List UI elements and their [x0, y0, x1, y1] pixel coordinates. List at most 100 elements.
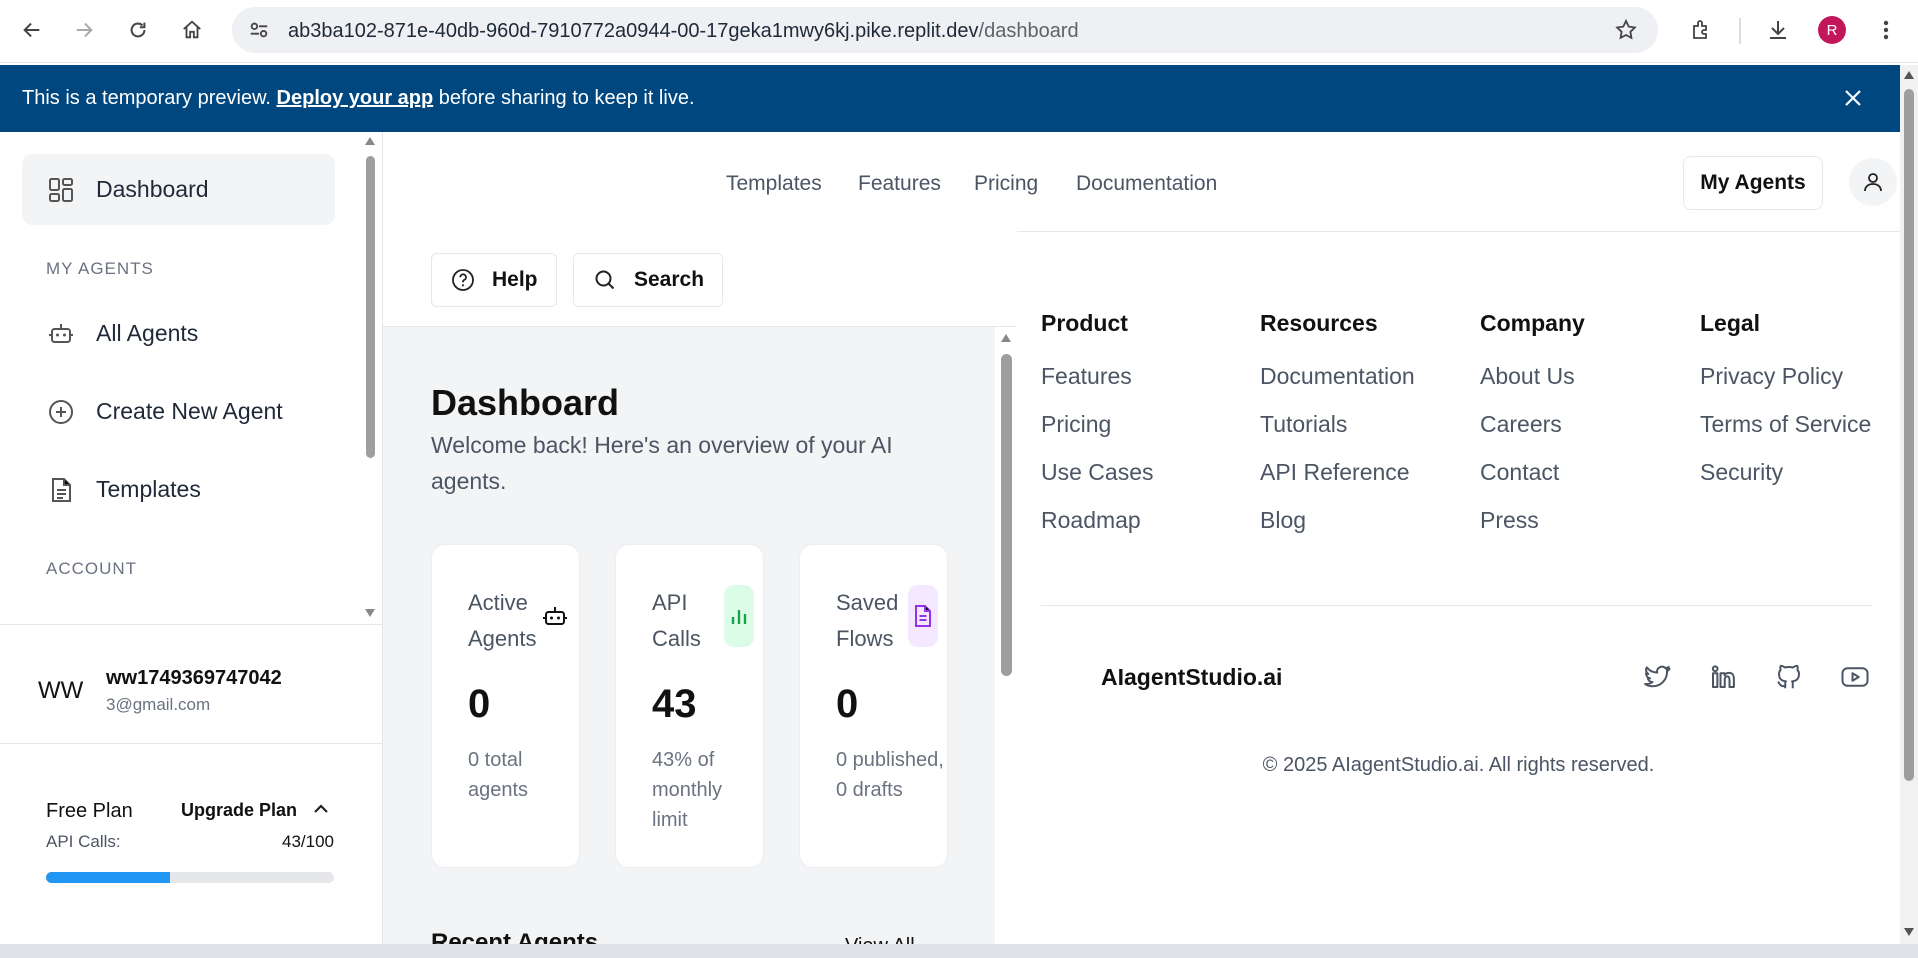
user-icon [1864, 173, 1882, 192]
dashboard-toolbar: Help Search [383, 231, 1017, 327]
main-scroll-thumb[interactable] [1001, 354, 1012, 676]
sidebar-item-dashboard[interactable]: Dashboard [22, 154, 335, 225]
github-icon[interactable] [1772, 660, 1806, 694]
footer-link[interactable]: Roadmap [1041, 507, 1251, 555]
profile-avatar[interactable]: R [1816, 14, 1848, 46]
sidebar-item-create-agent[interactable]: Create New Agent [22, 376, 335, 447]
footer-link[interactable]: Terms of Service [1700, 411, 1910, 459]
preview-banner: This is a temporary preview. Deploy your… [0, 65, 1900, 132]
profile-initial: R [1818, 16, 1846, 44]
card-label: Saved Flows [836, 590, 899, 651]
footer-link[interactable]: Pricing [1041, 411, 1251, 459]
help-label: Help [492, 268, 538, 291]
more-menu-icon[interactable] [1870, 14, 1902, 46]
nav-link-pricing[interactable]: Pricing [974, 172, 1038, 196]
footer-link[interactable]: Careers [1480, 411, 1690, 459]
sidebar-item-all-agents[interactable]: All Agents [22, 298, 335, 369]
page-subtitle: Welcome back! Here's an overview of your… [431, 432, 893, 494]
sidebar-item-templates[interactable]: Templates [22, 454, 335, 525]
nav-link-documentation[interactable]: Documentation [1076, 172, 1217, 196]
footer-link[interactable]: API Reference [1260, 459, 1470, 507]
back-icon[interactable] [16, 14, 48, 46]
deploy-app-link[interactable]: Deploy your app [277, 87, 434, 109]
user-menu-button[interactable] [1849, 158, 1897, 206]
card-note: 0 published, 0 drafts [836, 749, 944, 801]
url-text: ab3ba102-871e-40db-960d-7910772a0944-00-… [288, 20, 1079, 42]
footer-link[interactable]: About Us [1480, 363, 1690, 411]
forward-icon[interactable] [68, 14, 100, 46]
footer-heading: Product [1041, 310, 1128, 336]
help-button[interactable]: Help [431, 253, 557, 307]
extensions-icon[interactable] [1686, 14, 1718, 46]
footer-divider [1041, 605, 1872, 606]
sidebar-item-label: All Agents [96, 320, 199, 346]
youtube-icon[interactable] [1838, 660, 1872, 694]
footer-link[interactable]: Features [1041, 363, 1251, 411]
document-icon [908, 585, 938, 647]
file-text-icon [46, 475, 76, 505]
sidebar-item-label: Create New Agent [96, 398, 283, 424]
section-my-agents: MY AGENTS [46, 259, 154, 278]
chevron-up-icon[interactable] [310, 798, 334, 822]
card-label: Active Agents [468, 590, 537, 651]
robot-icon [540, 585, 570, 647]
stat-card-api-calls: API Calls 43 43% of monthly limit [615, 544, 764, 868]
sidebar-item-label: Templates [96, 476, 201, 502]
card-label: API Calls [652, 590, 701, 651]
card-value: 0 [836, 682, 859, 726]
footer-link[interactable]: Contact [1480, 459, 1690, 507]
nav-link-features[interactable]: Features [858, 172, 941, 196]
footer-link[interactable]: Press [1480, 507, 1690, 555]
sidebar-scrollbar[interactable] [363, 132, 377, 624]
page-scroll-thumb[interactable] [1904, 89, 1914, 781]
sidebar: Dashboard MY AGENTS All Agents Create Ne… [0, 132, 383, 952]
page-scrollbar[interactable] [1900, 65, 1918, 958]
footer-link[interactable]: Use Cases [1041, 459, 1251, 507]
stat-card-saved-flows: Saved Flows 0 0 published, 0 drafts [799, 544, 948, 868]
top-navigation: Templates Features Pricing Documentation… [383, 132, 1900, 231]
close-icon[interactable] [1838, 83, 1868, 113]
footer-link[interactable]: Blog [1260, 507, 1470, 555]
reload-icon[interactable] [122, 14, 154, 46]
bookmark-star-icon[interactable] [1614, 18, 1638, 42]
api-usage-bar [46, 872, 334, 883]
address-bar[interactable]: ab3ba102-871e-40db-960d-7910772a0944-00-… [232, 7, 1658, 53]
download-icon[interactable] [1762, 14, 1794, 46]
main-scrollbar[interactable] [995, 327, 1017, 952]
plan-name: Free Plan [46, 800, 133, 822]
search-icon [592, 267, 618, 293]
user-email: 3@gmail.com [106, 695, 211, 714]
site-settings-icon[interactable] [248, 19, 272, 41]
footer-column-product: Product Features Pricing Use Cases Roadm… [1041, 310, 1251, 555]
api-calls-value: 43/100 [282, 832, 334, 851]
api-calls-label: API Calls: [46, 832, 121, 851]
footer-heading: Legal [1700, 310, 1761, 336]
banner-text: This is a temporary preview. Deploy your… [22, 87, 695, 110]
stat-card-active-agents: Active Agents 0 0 total agents [431, 544, 580, 868]
search-button[interactable]: Search [573, 253, 724, 307]
footer-link[interactable]: Tutorials [1260, 411, 1470, 459]
footer-link[interactable]: Security [1700, 459, 1910, 507]
footer-heading: Resources [1260, 310, 1378, 336]
home-icon[interactable] [176, 14, 208, 46]
footer-brand: AIagentStudio.ai [1101, 664, 1283, 690]
toolbar-divider [1739, 18, 1741, 44]
sidebar-nav: Dashboard MY AGENTS All Agents Create Ne… [0, 132, 383, 624]
dashboard-main: Dashboard Welcome back! Here's an overvi… [383, 327, 995, 952]
search-label: Search [634, 268, 705, 291]
my-agents-button[interactable]: My Agents [1683, 156, 1823, 210]
bar-chart-icon [724, 585, 754, 647]
site-footer: Product Features Pricing Use Cases Roadm… [1017, 231, 1900, 952]
user-profile[interactable]: WW ww1749369747042 3@gmail.com [0, 624, 383, 744]
avatar: WW [38, 677, 84, 704]
footer-link[interactable]: Privacy Policy [1700, 363, 1910, 411]
nav-link-templates[interactable]: Templates [726, 172, 822, 196]
os-taskbar [0, 944, 1918, 958]
footer-column-legal: Legal Privacy Policy Terms of Service Se… [1700, 310, 1910, 507]
twitter-icon[interactable] [1640, 660, 1674, 694]
dashboard-grid-icon [46, 175, 76, 205]
sidebar-scroll-thumb[interactable] [366, 156, 375, 458]
upgrade-plan-button[interactable]: Upgrade Plan [181, 800, 297, 821]
linkedin-icon[interactable] [1706, 660, 1740, 694]
footer-link[interactable]: Documentation [1260, 363, 1470, 411]
